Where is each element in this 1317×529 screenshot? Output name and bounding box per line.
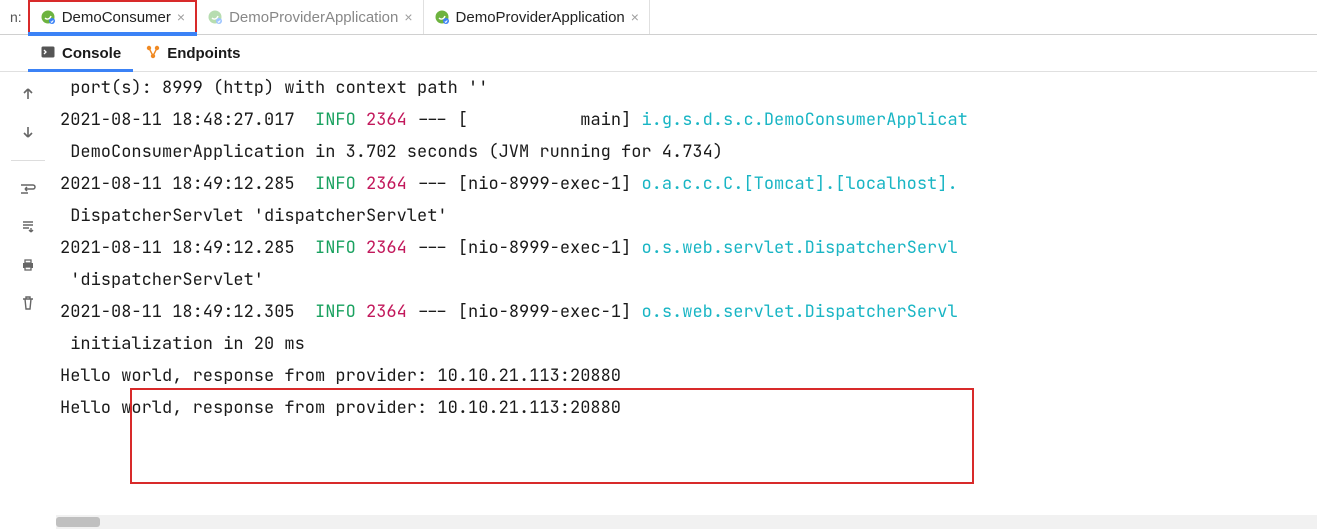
trash-icon[interactable] — [16, 291, 40, 315]
terminal-icon — [40, 44, 56, 63]
log-line: Hello world, response from provider: 10.… — [60, 360, 1317, 392]
separator — [11, 160, 45, 161]
run-tabs: n: DemoConsumer × DemoProviderApplicatio… — [0, 0, 1317, 35]
run-tab-demoprovider-2[interactable]: DemoProviderApplication × — [424, 0, 650, 34]
endpoints-icon — [145, 44, 161, 63]
log-line: DemoConsumerApplication in 3.702 seconds… — [60, 136, 1317, 168]
tool-label: Console — [62, 45, 121, 62]
log-line: 2021-08-11 18:48:27.017 INFO 2364 --- [ … — [60, 104, 1317, 136]
log-line: DispatcherServlet 'dispatcherServlet' — [60, 200, 1317, 232]
log-line: initialization in 20 ms — [60, 328, 1317, 360]
log-line: 2021-08-11 18:49:12.305 INFO 2364 --- [n… — [60, 296, 1317, 328]
console-output[interactable]: port(s): 8999 (http) with context path '… — [56, 72, 1317, 529]
print-icon[interactable] — [16, 253, 40, 277]
run-tab-label: DemoProviderApplication — [456, 9, 625, 26]
spring-icon — [207, 9, 223, 25]
log-line: port(s): 8999 (http) with context path '… — [60, 72, 1317, 104]
log-line: 2021-08-11 18:49:12.285 INFO 2364 --- [n… — [60, 232, 1317, 264]
down-icon[interactable] — [16, 120, 40, 144]
softwrap-icon[interactable] — [16, 177, 40, 201]
run-tab-demoprovider-1[interactable]: DemoProviderApplication × — [197, 0, 423, 34]
tool-tabs: Console Endpoints — [0, 35, 1317, 72]
run-tab-label: DemoProviderApplication — [229, 9, 398, 26]
run-tab-democonsumer[interactable]: DemoConsumer × — [28, 0, 197, 34]
horizontal-scrollbar[interactable] — [56, 515, 1317, 529]
tabrow-prefix: n: — [6, 0, 28, 34]
spring-icon — [40, 9, 56, 25]
scrollbar-thumb[interactable] — [56, 517, 100, 527]
close-icon[interactable]: × — [177, 10, 185, 24]
tab-console[interactable]: Console — [28, 35, 133, 71]
console-gutter — [0, 72, 56, 529]
up-icon[interactable] — [16, 82, 40, 106]
scroll-end-icon[interactable] — [16, 215, 40, 239]
log-line: 'dispatcherServlet' — [60, 264, 1317, 296]
tab-endpoints[interactable]: Endpoints — [133, 35, 252, 71]
tool-label: Endpoints — [167, 45, 240, 62]
spring-icon — [434, 9, 450, 25]
log-line: Hello world, response from provider: 10.… — [60, 392, 1317, 424]
close-icon[interactable]: × — [404, 10, 412, 24]
close-icon[interactable]: × — [631, 10, 639, 24]
log-line: 2021-08-11 18:49:12.285 INFO 2364 --- [n… — [60, 168, 1317, 200]
run-tab-label: DemoConsumer — [62, 9, 171, 26]
